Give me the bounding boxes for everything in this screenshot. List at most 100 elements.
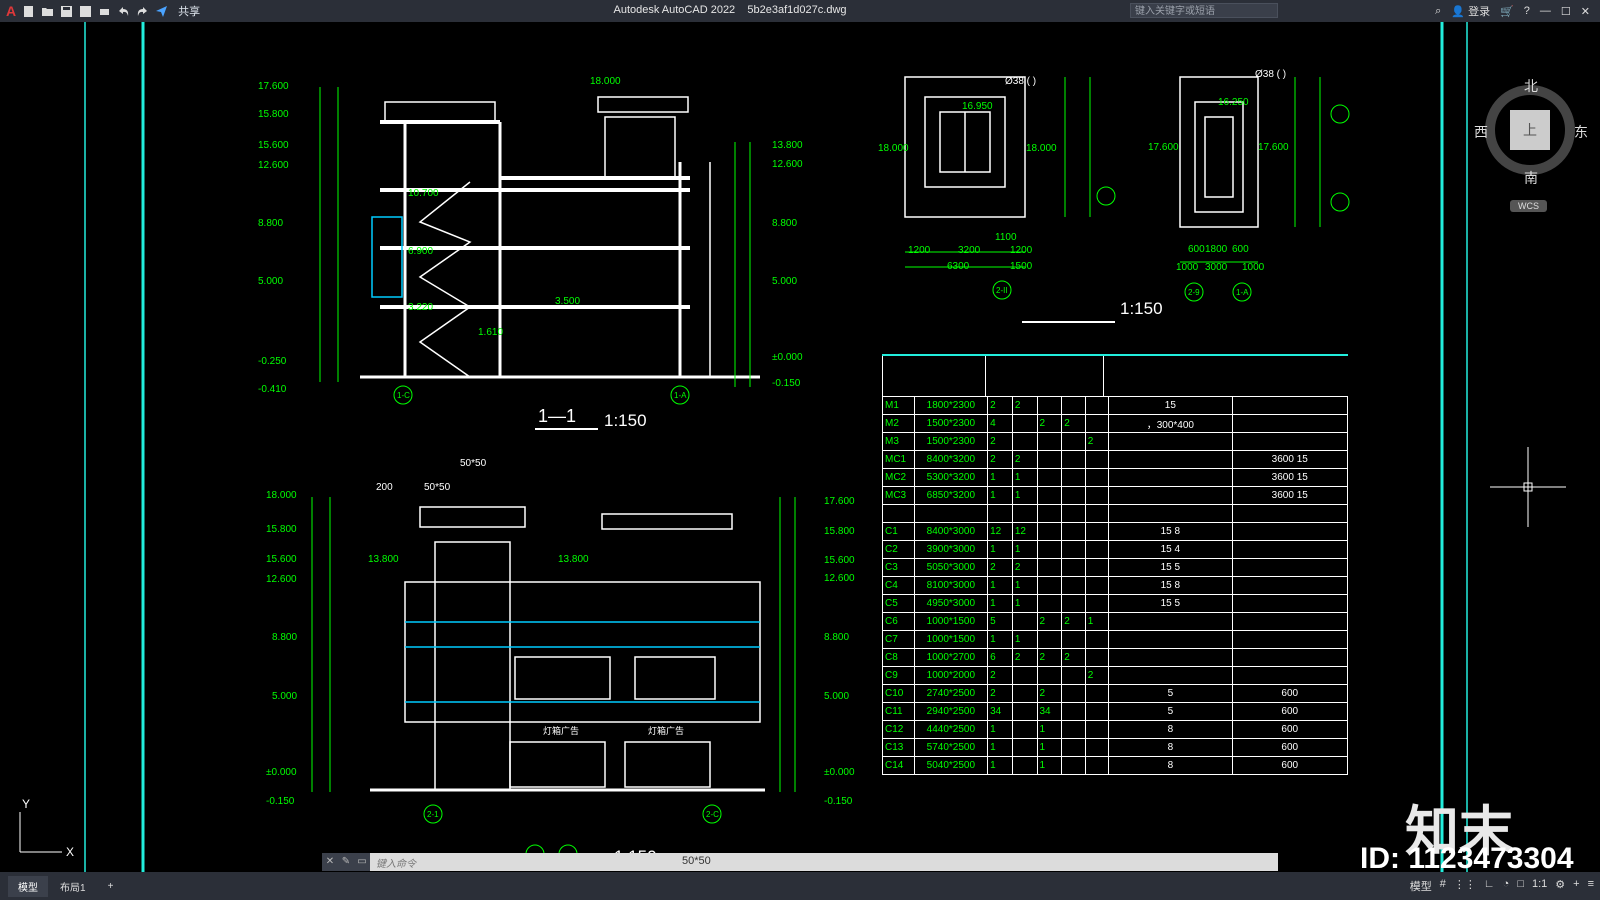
- table-cell: [1084, 702, 1110, 721]
- title-bar: A 共享 Autodesk AutoCAD 2022 5b2e3af1d027c…: [0, 0, 1600, 22]
- table-cell: 2: [1036, 612, 1063, 631]
- table-cell: 8: [1108, 720, 1233, 739]
- svg-text:50*50: 50*50: [424, 482, 451, 493]
- menu-icon[interactable]: ≡: [1588, 878, 1594, 894]
- settings-gear-icon[interactable]: ⚙: [1555, 878, 1565, 894]
- table-cell: [1011, 612, 1038, 631]
- svg-text:600: 600: [1188, 244, 1205, 255]
- table-row: C10 2740*2500 2 2 5 600: [882, 684, 1349, 703]
- table-cell: 12: [1011, 522, 1038, 541]
- search-input[interactable]: 键入关键字或短语: [1130, 3, 1278, 18]
- osnap-icon[interactable]: □: [1517, 878, 1524, 894]
- add-layout-button[interactable]: +: [98, 878, 124, 895]
- command-input[interactable]: 键入命令: [370, 855, 1278, 870]
- svg-text:12.600: 12.600: [258, 160, 289, 171]
- share-button[interactable]: 共享: [178, 3, 200, 19]
- section-axis-markers: [393, 385, 690, 405]
- table-cell: [1108, 612, 1233, 631]
- table-cell: 2: [1061, 612, 1086, 631]
- annotation-scale[interactable]: 1:1: [1532, 878, 1547, 894]
- table-cell: 3600 15: [1231, 468, 1349, 487]
- open-folder-icon[interactable]: [41, 5, 54, 18]
- maximize-button[interactable]: ☐: [1561, 5, 1571, 18]
- svg-text:灯箱广告: 灯箱广告: [648, 725, 684, 736]
- table-cell: [1036, 432, 1063, 451]
- table-cell: 2940*2500: [913, 702, 989, 721]
- table-cell: 1: [987, 756, 1013, 775]
- recent-cmd-icon[interactable]: ▭: [354, 853, 370, 871]
- new-file-icon[interactable]: [22, 5, 35, 18]
- table-cell: [1108, 666, 1233, 685]
- tab-model[interactable]: 模型: [8, 875, 48, 897]
- table-cell: 1: [987, 720, 1013, 739]
- svg-text:2-9: 2-9: [1188, 288, 1200, 297]
- undo-icon[interactable]: [117, 5, 130, 18]
- ortho-icon[interactable]: ∟: [1484, 878, 1495, 894]
- table-cell: [1036, 576, 1063, 595]
- customize-cmd-icon[interactable]: ✎: [338, 853, 354, 871]
- tab-layout1[interactable]: 布局1: [50, 876, 96, 897]
- table-cell: 600: [1231, 702, 1349, 721]
- save-as-icon[interactable]: [79, 5, 92, 18]
- table-row: C2 3900*3000 1 1 15 4: [882, 540, 1349, 559]
- table-cell: M1: [882, 396, 915, 415]
- share-icon[interactable]: [155, 5, 168, 18]
- crosshair-cursor: [1490, 447, 1566, 527]
- snap-icon[interactable]: ⋮⋮: [1454, 878, 1476, 894]
- table-cell: [1231, 594, 1349, 613]
- table-cell: [1084, 630, 1110, 649]
- table-cell: 2: [987, 666, 1013, 685]
- svg-text:12.600: 12.600: [266, 574, 297, 585]
- table-cell: [1061, 702, 1086, 721]
- grid-icon[interactable]: #: [1440, 878, 1446, 894]
- svg-text:±0.000: ±0.000: [266, 767, 297, 778]
- svg-text:16.250: 16.250: [1218, 97, 1249, 108]
- table-cell: 1: [1011, 486, 1038, 505]
- drawing-canvas[interactable]: 17.600 15.800 15.600 12.600 8.800 5.000 …: [0, 22, 1600, 872]
- command-line[interactable]: ✕ ✎ ▭ 键入命令 50*50: [322, 853, 1278, 871]
- table-row: C11 2940*2500 34 34 5 600: [882, 702, 1349, 721]
- close-cmd-icon[interactable]: ✕: [322, 853, 338, 871]
- svg-text:-0.150: -0.150: [266, 796, 295, 807]
- help-icon[interactable]: ?: [1524, 5, 1530, 17]
- table-row: C9 1000*2000 2 2: [882, 666, 1349, 685]
- minimize-button[interactable]: —: [1540, 5, 1551, 17]
- table-cell: [1061, 630, 1086, 649]
- svg-text:2-II: 2-II: [996, 286, 1008, 295]
- table-cell: [1036, 468, 1063, 487]
- login-button[interactable]: 👤 登录: [1451, 3, 1490, 19]
- svg-text:13.800: 13.800: [772, 140, 803, 151]
- plus-icon[interactable]: +: [1573, 878, 1579, 894]
- redo-icon[interactable]: [136, 5, 149, 18]
- svg-text:-0.410: -0.410: [258, 384, 287, 395]
- svg-text:15.800: 15.800: [266, 524, 297, 535]
- viewcube[interactable]: 北 南 西 东 上 WCS: [1474, 78, 1588, 212]
- table-cell: 1: [1011, 540, 1038, 559]
- svg-text:3000: 3000: [1205, 262, 1228, 273]
- svg-text:1000: 1000: [1242, 262, 1265, 273]
- table-row: M1 1800*2300 2 2 15: [882, 396, 1349, 415]
- svg-text:50*50: 50*50: [460, 458, 487, 469]
- svg-text:1200: 1200: [1010, 245, 1033, 256]
- table-cell: [1061, 576, 1086, 595]
- table-cell: 3600 15: [1231, 486, 1349, 505]
- plot-icon[interactable]: [98, 5, 111, 18]
- model-space-button[interactable]: 模型: [1410, 878, 1432, 894]
- table-cell: 600: [1231, 738, 1349, 757]
- save-icon[interactable]: [60, 5, 73, 18]
- close-button[interactable]: ✕: [1581, 5, 1590, 18]
- table-cell: [1036, 666, 1063, 685]
- svg-text:18.000: 18.000: [266, 490, 297, 501]
- cart-icon[interactable]: 🛒: [1500, 5, 1514, 18]
- section-title: 1—1: [538, 406, 576, 426]
- table-cell: [1084, 576, 1110, 595]
- search-icon[interactable]: ⌕: [1435, 5, 1441, 18]
- table-cell: 5740*2500: [913, 738, 989, 757]
- table-cell: [1231, 666, 1349, 685]
- polar-icon[interactable]: ◔: [1503, 878, 1510, 894]
- table-row: C12 4440*2500 1 1 8 600: [882, 720, 1349, 739]
- table-cell: 1: [1036, 756, 1063, 775]
- wcs-button[interactable]: WCS: [1510, 200, 1547, 212]
- autocad-logo-icon[interactable]: A: [6, 3, 16, 19]
- table-cell: 1: [987, 576, 1013, 595]
